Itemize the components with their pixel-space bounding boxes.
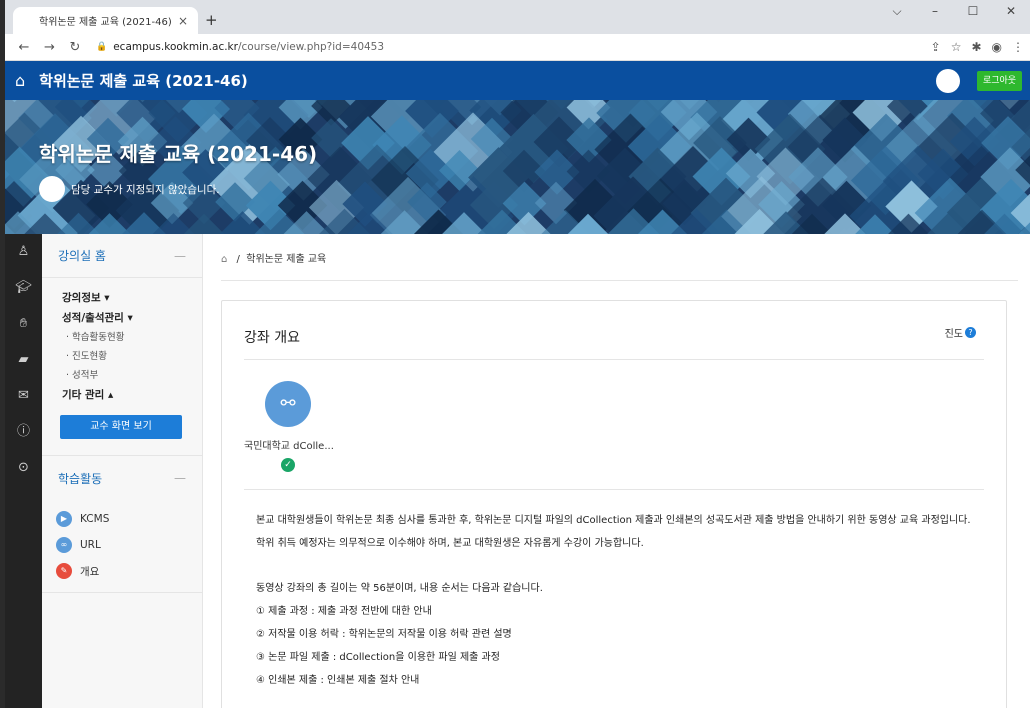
reload-icon[interactable]: ↻ <box>64 40 86 55</box>
activities-header[interactable]: 학습활동 — <box>42 456 202 500</box>
course-sidebar: 강의실 홈 — 강의정보 ▾ 성적/출석관리 ▾ · 학습활동현황 · 진도현황… <box>42 234 203 708</box>
user-avatar[interactable] <box>936 69 960 93</box>
maximize-icon[interactable]: ☐ <box>954 4 992 19</box>
extensions-puzzle-icon[interactable]: ✱ <box>971 40 981 54</box>
professor-view-button[interactable]: 교수 화면 보기 <box>60 415 182 439</box>
activities-section: 학습활동 — ▶ KCMS ∞ URL ✎ 개요 <box>42 455 202 593</box>
book-icon[interactable]: ▰ <box>5 342 42 378</box>
url-module[interactable]: ⚯ 국민대학교 dColle... ✓ <box>244 381 334 472</box>
link-icon[interactable]: ⚯ <box>265 381 311 427</box>
home-icon[interactable]: ⌂ <box>15 71 25 90</box>
icon-rail: ♙ 🎓︎ ✋︎ ▰ ✉ ⓘ ⊙ <box>5 234 42 708</box>
banner-title: 학위논문 제출 교육 (2021-46) <box>39 142 318 166</box>
activity-item-kcms[interactable]: ▶ KCMS <box>42 506 202 532</box>
progress-link[interactable]: 진도 ? <box>945 325 976 340</box>
course-description: 본교 대학원생들이 학위논문 최종 심사를 통과한 후, 학위논문 디지털 파일… <box>256 509 971 692</box>
description-line: ② 저작물 이용 허락 : 학위논문의 저작물 이용 허락 관련 설명 <box>256 629 512 640</box>
pencil-icon: ✎ <box>56 563 72 579</box>
collapse-icon[interactable]: — <box>174 471 186 485</box>
handshake-icon[interactable]: ✋︎ <box>5 306 42 342</box>
site-header: ⌂ 학위논문 제출 교육 (2021-46) 로그아웃 <box>5 61 1030 100</box>
activity-label: 개요 <box>80 565 100 578</box>
user-icon[interactable]: ♙ <box>5 234 42 270</box>
play-circle-icon[interactable]: ⊙ <box>5 450 42 486</box>
new-tab-button[interactable]: + <box>205 11 218 29</box>
sidebar-home-label: 강의실 홈 <box>58 249 106 263</box>
url-path: /course/view.php?id=40453 <box>237 41 385 53</box>
activity-item-url[interactable]: ∞ URL <box>42 532 202 558</box>
browser-window: 학위논문 제출 교육 (2021-46) × + ⌵ – ☐ ✕ ← → ↻ 🔒… <box>5 0 1030 708</box>
mail-icon[interactable]: ✉ <box>5 378 42 414</box>
description-line: ④ 인쇄본 제출 : 인쇄본 제출 절차 안내 <box>256 675 420 686</box>
close-window-icon[interactable]: ✕ <box>992 4 1030 19</box>
address-bar: ← → ↻ 🔒 ecampus.kookmin.ac.kr /course/vi… <box>5 34 1030 61</box>
sidebar-subitem-gradebook[interactable]: · 성적부 <box>42 366 202 385</box>
sidebar-home-header[interactable]: 강의실 홈 — <box>42 234 202 278</box>
url-host: ecampus.kookmin.ac.kr <box>113 41 238 53</box>
professor-text: 담당 교수가 지정되지 않았습니다. <box>71 183 220 196</box>
sidebar-subitem-activity-status[interactable]: · 학습활동현황 <box>42 328 202 347</box>
description-line: 동영상 강좌의 총 길이는 약 56분이며, 내용 순서는 다음과 같습니다. <box>256 583 543 594</box>
menu-kebab-icon[interactable]: ⋮ <box>1012 40 1024 54</box>
activity-item-overview[interactable]: ✎ 개요 <box>42 558 202 584</box>
info-icon[interactable]: ⓘ <box>5 414 42 450</box>
description-line: ① 제출 과정 : 제출 과정 전반에 대한 안내 <box>256 606 432 617</box>
url-field[interactable]: 🔒 ecampus.kookmin.ac.kr /course/view.php… <box>96 41 384 53</box>
back-icon[interactable]: ← <box>13 40 35 55</box>
banner-pattern <box>5 100 1030 234</box>
tab-title: 학위논문 제출 교육 (2021-46) <box>39 17 172 28</box>
browser-extensions: ⇪ ☆ ✱ ◉ ⋮ <box>931 40 1024 54</box>
sidebar-item-other-manage[interactable]: 기타 관리 ▴ <box>42 385 202 405</box>
sidebar-item-grade-attendance[interactable]: 성적/출석관리 ▾ <box>42 308 202 328</box>
module-label[interactable]: 국민대학교 dColle... <box>244 437 334 452</box>
site-title[interactable]: 학위논문 제출 교육 (2021-46) <box>39 70 248 91</box>
help-icon[interactable]: ? <box>965 327 976 338</box>
section-divider <box>244 359 984 360</box>
section-title: 강좌 개요 <box>244 330 300 346</box>
nav-buttons: ← → ↻ <box>13 40 86 55</box>
graduation-cap-icon[interactable]: 🎓︎ <box>5 270 42 306</box>
lock-icon: 🔒 <box>96 42 108 52</box>
close-tab-icon[interactable]: × <box>178 14 188 28</box>
minimize-icon[interactable]: – <box>916 4 954 19</box>
logout-button[interactable]: 로그아웃 <box>977 71 1022 91</box>
description-line: 본교 대학원생들이 학위논문 최종 심사를 통과한 후, 학위논문 디지털 파일… <box>256 515 971 526</box>
course-section-card: 강좌 개요 진도 ? ⚯ 국민대학교 dColle... ✓ 본교 대학원생들이… <box>221 300 1007 708</box>
window-controls: ⌵ – ☐ ✕ <box>878 4 1030 19</box>
sidebar-subitem-progress-status[interactable]: · 진도현황 <box>42 347 202 366</box>
professor-avatar <box>39 176 65 202</box>
description-line: 학위 취득 예정자는 의무적으로 이수해야 하며, 본교 대학원생은 자유롭게 … <box>256 538 644 549</box>
browser-tab[interactable]: 학위논문 제출 교육 (2021-46) × <box>13 7 198 34</box>
breadcrumb: ⌂ / 학위논문 제출 교육 <box>221 250 326 265</box>
completion-check-icon[interactable]: ✓ <box>281 458 295 472</box>
activity-label: URL <box>80 539 101 551</box>
activity-label: KCMS <box>80 513 110 525</box>
activities-label: 학습활동 <box>58 471 103 486</box>
share-icon[interactable]: ⇪ <box>931 40 941 54</box>
professor-info: 담당 교수가 지정되지 않았습니다. <box>39 176 220 202</box>
bookmark-star-icon[interactable]: ☆ <box>951 40 962 54</box>
sidebar-item-course-info[interactable]: 강의정보 ▾ <box>42 288 202 308</box>
main-content: ⌂ / 학위논문 제출 교육 강좌 개요 진도 ? ⚯ 국민대학교 dColle… <box>203 234 1030 708</box>
breadcrumb-home-icon[interactable]: ⌂ <box>221 254 227 265</box>
kcms-icon: ▶ <box>56 511 72 527</box>
sidebar-divider <box>42 592 202 593</box>
description-line: ③ 논문 파일 제출 : dCollection을 이용한 파일 제출 과정 <box>256 652 500 663</box>
progress-label: 진도 <box>944 329 963 340</box>
forward-icon[interactable]: → <box>39 40 61 55</box>
collapse-icon[interactable]: — <box>174 249 186 263</box>
breadcrumb-separator: / <box>236 254 240 265</box>
course-banner: 학위논문 제출 교육 (2021-46) 담당 교수가 지정되지 않았습니다. <box>5 100 1030 234</box>
tab-search-icon[interactable]: ⌵ <box>878 4 916 19</box>
section-divider <box>244 489 984 490</box>
link-icon: ∞ <box>56 537 72 553</box>
breadcrumb-course[interactable]: 학위논문 제출 교육 <box>246 254 326 265</box>
profile-icon[interactable]: ◉ <box>992 40 1002 54</box>
breadcrumb-divider <box>221 280 1018 281</box>
banner-diamond <box>182 213 226 234</box>
title-bar: 학위논문 제출 교육 (2021-46) × + ⌵ – ☐ ✕ <box>5 0 1030 34</box>
